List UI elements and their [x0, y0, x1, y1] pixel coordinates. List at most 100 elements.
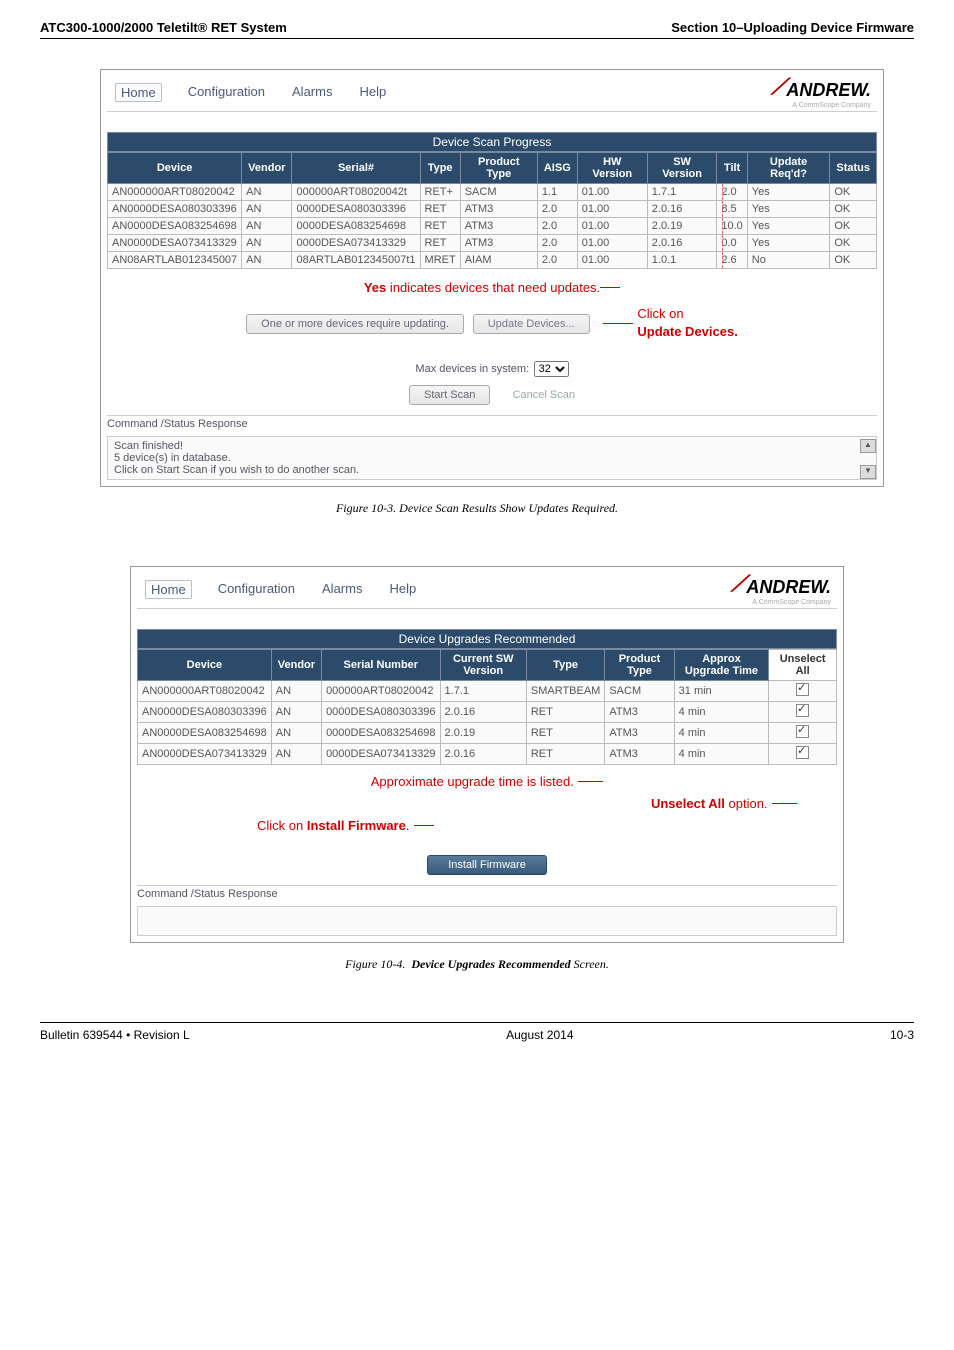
cell-status: OK — [830, 235, 877, 252]
scan-section-title: Device Scan Progress — [107, 132, 877, 152]
cell-type: SMARTBEAM — [526, 681, 604, 702]
status-log-2 — [137, 906, 837, 936]
menu-configuration-2[interactable]: Configuration — [217, 580, 296, 599]
scroll-down-icon[interactable]: ▼ — [860, 465, 876, 479]
cell-update: Yes — [747, 184, 830, 201]
menu-configuration[interactable]: Configuration — [187, 83, 266, 102]
checkbox-icon[interactable] — [796, 683, 809, 696]
cell-product: ATM3 — [460, 201, 537, 218]
upgrade-window: Home Configuration Alarms Help ⟋ANDREW. … — [130, 566, 844, 943]
cell-checkbox[interactable] — [769, 744, 837, 765]
menu-bar: Home Configuration Alarms Help ⟋ANDREW. … — [107, 76, 877, 112]
cell-sw: 2.0.16 — [647, 235, 717, 252]
cell-device: AN0000DESA080303396 — [108, 201, 242, 218]
callout-click-on: Click on — [637, 306, 683, 321]
cell-type: RET — [420, 235, 460, 252]
cell-aisg: 1.1 — [537, 184, 577, 201]
col2-device: Device — [138, 650, 272, 681]
log-line-1: Scan finished! — [114, 440, 870, 452]
cell-hw: 01.00 — [577, 184, 647, 201]
menu-help-2[interactable]: Help — [388, 580, 417, 599]
cell-device: AN0000DESA073413329 — [138, 744, 272, 765]
col-hw: HW Version — [577, 153, 647, 184]
swoosh-icon: ⟋ — [771, 74, 786, 99]
start-scan-button[interactable]: Start Scan — [409, 385, 490, 405]
cell-product: ATM3 — [460, 235, 537, 252]
scroll-widget[interactable]: ▲ ▼ — [860, 439, 874, 479]
checkbox-icon[interactable] — [796, 725, 809, 738]
cell-type: MRET — [420, 252, 460, 269]
table-row[interactable]: AN0000DESA080303396AN0000DESA080303396RE… — [108, 201, 877, 218]
cell-device: AN000000ART08020042 — [108, 184, 242, 201]
max-devices-label: Max devices in system: — [415, 363, 529, 375]
cell-type: RET+ — [420, 184, 460, 201]
footer-center: August 2014 — [506, 1028, 573, 1042]
menu-alarms[interactable]: Alarms — [291, 83, 333, 102]
cell-type: RET — [526, 702, 604, 723]
command-bar-2: Command /Status Response — [137, 885, 837, 900]
menu-alarms-2[interactable]: Alarms — [321, 580, 363, 599]
table-row[interactable]: AN08ARTLAB012345007AN08ARTLAB012345007t1… — [108, 252, 877, 269]
cell-hw: 01.00 — [577, 218, 647, 235]
cell-product: AIAM — [460, 252, 537, 269]
scroll-up-icon[interactable]: ▲ — [860, 439, 876, 453]
col-aisg: AISG — [537, 153, 577, 184]
col2-vendor: Vendor — [271, 650, 321, 681]
cell-checkbox[interactable] — [769, 723, 837, 744]
cell-vendor: AN — [271, 702, 321, 723]
cell-sw: 1.0.1 — [647, 252, 717, 269]
cell-time: 4 min — [674, 744, 769, 765]
table-header-row-2: Device Vendor Serial Number Current SW V… — [138, 650, 837, 681]
table-row[interactable]: AN0000DESA083254698AN0000DESA0832546982.… — [138, 723, 837, 744]
col2-serial: Serial Number — [322, 650, 440, 681]
menu-help[interactable]: Help — [358, 83, 387, 102]
header-right: Section 10–Uploading Device Firmware — [671, 20, 914, 35]
footer-left: Bulletin 639544 • Revision L — [40, 1028, 190, 1042]
cell-device: AN0000DESA083254698 — [138, 723, 272, 744]
update-devices-button[interactable]: Update Devices... — [473, 314, 590, 334]
cell-cur: 1.7.1 — [440, 681, 526, 702]
cell-vendor: AN — [271, 723, 321, 744]
table-row[interactable]: AN0000DESA083254698AN0000DESA083254698RE… — [108, 218, 877, 235]
table-row[interactable]: AN0000DESA073413329AN0000DESA073413329RE… — [108, 235, 877, 252]
col-update: Update Req'd? — [747, 153, 830, 184]
cell-tilt: 2.0 — [717, 184, 747, 201]
scan-table: Device Vendor Serial# Type Product Type … — [107, 152, 877, 269]
table-row[interactable]: AN000000ART08020042AN000000ART080200421.… — [138, 681, 837, 702]
table-row[interactable]: AN0000DESA073413329AN0000DESA0734133292.… — [138, 744, 837, 765]
cell-device: AN0000DESA083254698 — [108, 218, 242, 235]
col2-time: Approx Upgrade Time — [674, 650, 769, 681]
cell-serial: 0000DESA083254698 — [322, 723, 440, 744]
cell-vendor: AN — [242, 218, 292, 235]
footer-right: 10-3 — [890, 1028, 914, 1042]
update-hint-button[interactable]: One or more devices require updating. — [246, 314, 464, 334]
cell-tilt: 8.5 — [717, 201, 747, 218]
col-type: Type — [420, 153, 460, 184]
menu-home-2[interactable]: Home — [145, 580, 192, 599]
table-row[interactable]: AN000000ART08020042AN000000ART08020042tR… — [108, 184, 877, 201]
callout-approx-time: Approximate upgrade time is listed. — [371, 774, 574, 789]
unselect-all-button[interactable]: Unselect All — [769, 650, 837, 681]
col-sw: SW Version — [647, 153, 717, 184]
cancel-scan-button[interactable]: Cancel Scan — [513, 389, 575, 401]
cell-checkbox[interactable] — [769, 681, 837, 702]
table-row[interactable]: AN0000DESA080303396AN0000DESA0803033962.… — [138, 702, 837, 723]
cell-vendor: AN — [271, 744, 321, 765]
status-log: Scan finished! 5 device(s) in database. … — [107, 436, 877, 480]
checkbox-icon[interactable] — [796, 704, 809, 717]
cell-vendor: AN — [271, 681, 321, 702]
cell-aisg: 2.0 — [537, 218, 577, 235]
cell-serial: 0000DESA080303396 — [292, 201, 420, 218]
cell-type: RET — [420, 218, 460, 235]
checkbox-icon[interactable] — [796, 746, 809, 759]
brand-logo-2: ⟋ANDREW. A CommScope Company — [731, 573, 837, 606]
cell-status: OK — [830, 218, 877, 235]
install-firmware-button[interactable]: Install Firmware — [427, 855, 547, 875]
menu-home[interactable]: Home — [115, 83, 162, 102]
col-product: Product Type — [460, 153, 537, 184]
cell-cur: 2.0.19 — [440, 723, 526, 744]
cell-status: OK — [830, 252, 877, 269]
max-devices-select[interactable]: 32 — [534, 361, 569, 377]
cell-prod: ATM3 — [605, 744, 674, 765]
cell-checkbox[interactable] — [769, 702, 837, 723]
